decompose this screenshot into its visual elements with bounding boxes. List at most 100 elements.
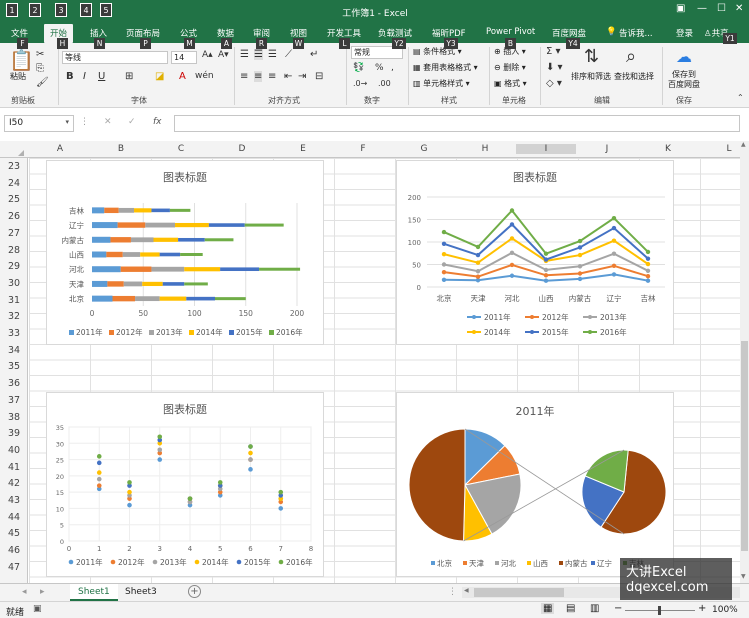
tab-power-pivot[interactable]: Power Pivot xyxy=(486,27,535,37)
italic-icon[interactable]: I xyxy=(83,71,86,82)
increase-indent-icon[interactable]: ⇥ xyxy=(298,71,306,82)
column-header-A[interactable]: A xyxy=(30,144,90,154)
hscroll-thumb[interactable] xyxy=(474,588,564,597)
copy-icon[interactable]: ⎘ xyxy=(36,63,44,74)
row-header-23[interactable]: 23 xyxy=(0,161,28,172)
comma-style-icon[interactable]: , xyxy=(391,63,394,73)
redo-icon[interactable]: 3 xyxy=(55,3,67,17)
row-header-37[interactable]: 37 xyxy=(0,395,28,406)
font-size-select[interactable]: 14 xyxy=(171,51,197,64)
font-name-select[interactable]: 等线 xyxy=(62,51,168,64)
borders-icon[interactable]: ⊞ xyxy=(125,71,133,82)
sheet-tab-sheet1[interactable]: Sheet1 xyxy=(70,584,118,601)
chart-line[interactable]: 图表标题 0 50 100 150 200 北京 天津 河北 山西 内蒙古 辽宁 吉林 2011年 201… xyxy=(396,160,674,345)
percent-icon[interactable]: % xyxy=(375,63,384,73)
find-select-icon[interactable]: ⌕ xyxy=(626,46,636,67)
sort-filter-icon[interactable]: ⇅ xyxy=(584,46,599,67)
column-header-D[interactable]: D xyxy=(212,144,272,154)
bold-icon[interactable]: B xyxy=(66,71,74,82)
row-header-25[interactable]: 25 xyxy=(0,194,28,205)
column-header-B[interactable]: B xyxy=(91,144,151,154)
scroll-up-icon[interactable]: ▲ xyxy=(741,141,746,148)
cancel-icon[interactable]: ✕ xyxy=(104,117,112,127)
quick-access-4-icon[interactable]: 4 xyxy=(80,3,92,17)
zoom-slider[interactable] xyxy=(625,606,695,615)
prev-sheet-icon[interactable]: ◂ xyxy=(22,587,27,597)
format-painter-icon[interactable]: 🖌 xyxy=(36,77,49,88)
column-header-E[interactable]: E xyxy=(273,144,333,154)
zoom-level[interactable]: 100% xyxy=(712,605,738,615)
row-header-36[interactable]: 36 xyxy=(0,378,28,389)
column-header-K[interactable]: K xyxy=(638,144,698,154)
row-header-26[interactable]: 26 xyxy=(0,211,28,222)
ribbon-display-icon[interactable]: ▣ xyxy=(676,3,685,14)
clear-icon[interactable]: ◇ ▾ xyxy=(546,78,562,89)
scroll-down-icon[interactable]: ▼ xyxy=(741,573,746,580)
column-header-J[interactable]: J xyxy=(577,144,637,154)
row-header-24[interactable]: 24 xyxy=(0,178,28,189)
vertical-scrollbar[interactable]: ▲ ▼ xyxy=(740,141,749,583)
maximize-icon[interactable]: ☐ xyxy=(717,3,726,14)
row-header-47[interactable]: 47 xyxy=(0,562,28,573)
increase-decimal-icon[interactable]: .0→ xyxy=(353,79,367,88)
close-icon[interactable]: ✕ xyxy=(735,3,743,14)
format-as-table-button[interactable]: ▦ 套用表格格式 ▾ xyxy=(413,62,478,73)
phonetic-icon[interactable]: wén xyxy=(195,71,214,81)
align-center-icon[interactable]: ≡ xyxy=(254,71,263,82)
column-header-F[interactable]: F xyxy=(333,144,393,154)
baidu-cloud-icon[interactable]: ☁ xyxy=(676,47,692,66)
fill-icon[interactable]: ⬇ ▾ xyxy=(546,62,563,73)
zoom-in-icon[interactable]: + xyxy=(698,603,706,614)
row-header-38[interactable]: 38 xyxy=(0,412,28,423)
zoom-slider-thumb[interactable] xyxy=(658,606,661,615)
shrink-font-icon[interactable]: A▾ xyxy=(218,50,229,60)
column-header-G[interactable]: G xyxy=(394,144,454,154)
row-header-44[interactable]: 44 xyxy=(0,512,28,523)
chart-pie-of-pie[interactable]: 2011年 北京天津河北山西内蒙古辽宁吉林 xyxy=(396,392,674,577)
row-header-40[interactable]: 40 xyxy=(0,445,28,456)
normal-view-icon[interactable]: ▦ xyxy=(541,603,555,614)
undo-icon[interactable]: 2 xyxy=(29,3,41,17)
select-all-icon[interactable] xyxy=(18,150,24,156)
column-header-I[interactable]: I xyxy=(516,144,576,154)
enter-icon[interactable]: ✓ xyxy=(128,117,136,127)
row-header-28[interactable]: 28 xyxy=(0,245,28,256)
delete-cells-button[interactable]: ⊖ 删除 ▾ xyxy=(494,62,526,73)
row-header-35[interactable]: 35 xyxy=(0,361,28,372)
row-header-33[interactable]: 33 xyxy=(0,328,28,339)
row-header-34[interactable]: 34 xyxy=(0,345,28,356)
lightbulb-icon[interactable]: 💡 xyxy=(606,27,617,37)
formula-input[interactable] xyxy=(174,115,740,132)
row-header-46[interactable]: 46 xyxy=(0,545,28,556)
merge-center-icon[interactable]: ⊟ xyxy=(315,71,323,82)
wrap-text-icon[interactable]: ↵ xyxy=(310,49,318,60)
align-bottom-icon[interactable]: ☰ xyxy=(268,49,277,60)
row-header-31[interactable]: 31 xyxy=(0,295,28,306)
tell-me-input[interactable]: 告诉我... xyxy=(619,27,653,39)
row-header-27[interactable]: 27 xyxy=(0,228,28,239)
name-box[interactable]: I50 ▾ xyxy=(4,115,74,132)
column-header-H[interactable]: H xyxy=(455,144,515,154)
grow-font-icon[interactable]: A▴ xyxy=(202,50,213,60)
chart-stacked-bar[interactable]: 图表标题 0 50 100 150 200 吉林 辽宁 内蒙古 山西 河北 天津 北京 2011年 201… xyxy=(46,160,324,345)
format-cells-button[interactable]: ▣ 格式 ▾ xyxy=(494,78,527,89)
row-header-39[interactable]: 39 xyxy=(0,428,28,439)
row-header-29[interactable]: 29 xyxy=(0,261,28,272)
save-to-baidu-button[interactable]: 保存到 百度网盘 xyxy=(668,70,700,90)
find-select-button[interactable]: 查找和选择 xyxy=(614,71,654,82)
scroll-left-icon[interactable]: ◀ xyxy=(464,587,469,594)
page-layout-view-icon[interactable]: ▤ xyxy=(566,603,575,614)
decrease-indent-icon[interactable]: ⇤ xyxy=(284,71,292,82)
row-header-32[interactable]: 32 xyxy=(0,311,28,322)
sheet-tab-sheet3[interactable]: Sheet3 xyxy=(117,584,165,601)
align-left-icon[interactable]: ≡ xyxy=(240,71,248,82)
paste-icon[interactable]: 📋 xyxy=(9,48,34,72)
zoom-out-icon[interactable]: − xyxy=(614,603,622,614)
decrease-decimal-icon[interactable]: .00 xyxy=(378,79,391,88)
insert-function-icon[interactable]: fx xyxy=(153,117,162,127)
save-icon[interactable]: 1 xyxy=(6,3,18,17)
customize-quick-access-icon[interactable]: 5 xyxy=(100,3,112,17)
sort-filter-button[interactable]: 排序和筛选 xyxy=(571,71,611,82)
cell-styles-button[interactable]: ▥ 单元格样式 ▾ xyxy=(413,78,470,89)
underline-icon[interactable]: U xyxy=(98,71,105,82)
